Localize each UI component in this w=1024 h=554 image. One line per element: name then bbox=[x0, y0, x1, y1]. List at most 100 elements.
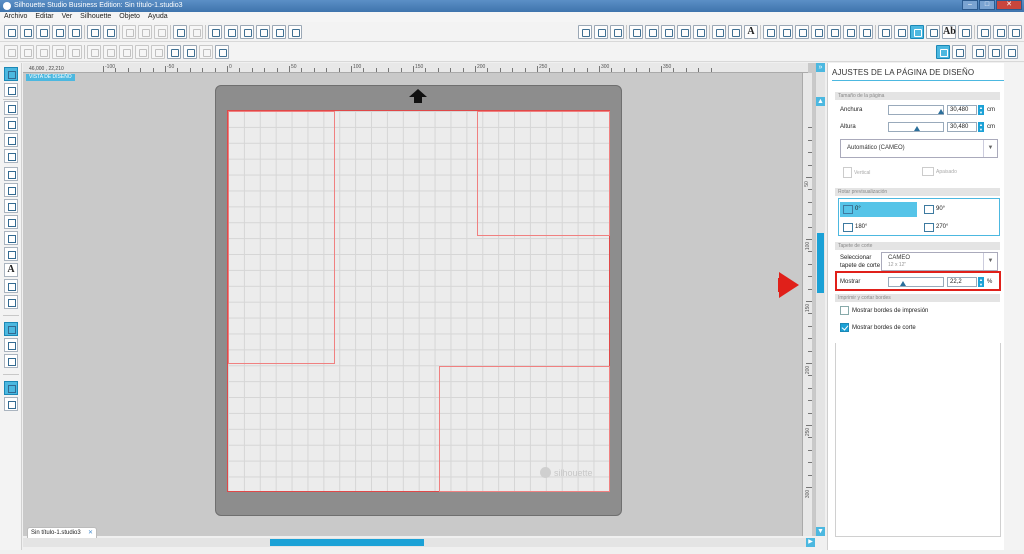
rotate-180-option[interactable]: 180° bbox=[840, 220, 917, 235]
modify-icon[interactable] bbox=[843, 25, 857, 39]
line-tool-icon[interactable] bbox=[4, 101, 18, 115]
close-button[interactable]: ✕ bbox=[996, 0, 1022, 10]
horizontal-scroll-thumb[interactable] bbox=[270, 539, 424, 546]
text-tool-icon[interactable]: A bbox=[4, 263, 18, 277]
knife-tool-icon[interactable] bbox=[4, 295, 18, 309]
replicate-icon[interactable] bbox=[811, 25, 825, 39]
menu-ayuda[interactable]: Ayuda bbox=[148, 12, 168, 22]
scroll-up-small-icon[interactable]: ▲ bbox=[816, 97, 825, 106]
brush-icon[interactable] bbox=[1004, 45, 1018, 59]
document-tab[interactable]: Sin título-1.studio3 ✕ bbox=[27, 527, 97, 538]
rotate-90-option[interactable]: 90° bbox=[921, 202, 998, 217]
redo-icon[interactable] bbox=[189, 25, 203, 39]
save-icon[interactable] bbox=[52, 25, 66, 39]
text-style-icon[interactable]: A bbox=[744, 25, 758, 39]
vertical-scroll-thumb[interactable] bbox=[817, 233, 824, 293]
image-effect-icon[interactable] bbox=[199, 45, 213, 59]
paste-front-icon[interactable] bbox=[68, 45, 82, 59]
select-arrow-icon[interactable] bbox=[4, 67, 18, 81]
library-icon[interactable] bbox=[36, 25, 50, 39]
font-icon[interactable]: Ab bbox=[942, 25, 956, 39]
knife-icon[interactable] bbox=[827, 25, 841, 39]
shadow-icon[interactable] bbox=[693, 25, 707, 39]
rotate-icon[interactable] bbox=[779, 25, 793, 39]
height-spinner[interactable]: ▲ ▼ bbox=[978, 122, 984, 132]
page-preset-select[interactable]: Automático (CAMEO) ▼ bbox=[840, 139, 998, 158]
curve-tool-icon[interactable] bbox=[4, 183, 18, 197]
print-borders-checkbox[interactable] bbox=[840, 306, 849, 315]
height-slider-knob[interactable] bbox=[914, 126, 920, 131]
mat-select[interactable]: CAMEO 12 x 12" ▼ bbox=[881, 252, 998, 271]
width-spinner[interactable]: ▲ ▼ bbox=[978, 105, 984, 115]
width-slider-knob[interactable] bbox=[938, 109, 944, 114]
page-setup-icon[interactable] bbox=[910, 25, 924, 39]
offset-icon[interactable] bbox=[859, 25, 873, 39]
line-style-icon[interactable] bbox=[712, 25, 726, 39]
rounded-rect-tool-icon[interactable] bbox=[4, 133, 18, 147]
orientation-landscape[interactable]: Apaisado bbox=[922, 167, 957, 176]
scissors-icon[interactable] bbox=[154, 25, 168, 39]
chevron-down-icon[interactable]: ▼ bbox=[983, 140, 997, 157]
duplicate-icon[interactable] bbox=[36, 45, 50, 59]
group-icon[interactable] bbox=[87, 45, 101, 59]
copy-icon[interactable] bbox=[122, 25, 136, 39]
deselect-icon[interactable] bbox=[20, 45, 34, 59]
close-tab-icon[interactable]: ✕ bbox=[88, 528, 93, 538]
spiral-icon[interactable] bbox=[167, 45, 181, 59]
new-file-icon[interactable] bbox=[4, 25, 18, 39]
rotate-shape-icon[interactable] bbox=[677, 25, 691, 39]
design-view-icon[interactable] bbox=[936, 45, 950, 59]
rotate-270-option[interactable]: 270° bbox=[921, 220, 998, 235]
design-page-icon[interactable] bbox=[4, 322, 18, 336]
menu-silhouette[interactable]: Silhouette bbox=[80, 12, 111, 22]
zoom-in-icon[interactable] bbox=[224, 25, 238, 39]
gear-icon[interactable] bbox=[1008, 25, 1022, 39]
layers-3d-icon[interactable] bbox=[215, 45, 229, 59]
menu-archivo[interactable]: Archivo bbox=[4, 12, 27, 22]
orientation-vertical[interactable]: Vertical bbox=[843, 167, 870, 178]
transform-icon[interactable] bbox=[763, 25, 777, 39]
single-view-icon[interactable] bbox=[4, 381, 18, 395]
rectangle-tool-icon[interactable] bbox=[4, 117, 18, 131]
eraser-icon[interactable] bbox=[972, 45, 986, 59]
paste-icon[interactable] bbox=[138, 25, 152, 39]
menu-objeto[interactable]: Objeto bbox=[119, 12, 140, 22]
menu-editar[interactable]: Editar bbox=[35, 12, 53, 22]
rotate-0-option[interactable]: 0° bbox=[840, 202, 917, 217]
width-slider[interactable] bbox=[888, 105, 944, 115]
fill-color-icon[interactable] bbox=[578, 25, 592, 39]
vertical-scrollbar[interactable]: » ▲ ▼ bbox=[815, 63, 825, 536]
eraser-tool-icon[interactable] bbox=[4, 279, 18, 293]
send-panel-icon[interactable] bbox=[977, 25, 991, 39]
scroll-up-icon[interactable]: » bbox=[816, 63, 825, 72]
star-icon[interactable] bbox=[661, 25, 675, 39]
cut-send-icon[interactable] bbox=[103, 25, 117, 39]
pentagon-icon[interactable] bbox=[629, 25, 643, 39]
copy-object-icon[interactable] bbox=[52, 45, 66, 59]
gradient-icon[interactable] bbox=[594, 25, 608, 39]
height-slider[interactable] bbox=[888, 122, 944, 132]
align-icon[interactable] bbox=[795, 25, 809, 39]
cut-borders-checkbox[interactable] bbox=[840, 323, 849, 332]
open-file-icon[interactable] bbox=[20, 25, 34, 39]
split-view-icon[interactable] bbox=[4, 397, 18, 411]
silhouette-store-icon[interactable] bbox=[4, 354, 18, 368]
shape-outline-icon[interactable] bbox=[645, 25, 659, 39]
weld-icon[interactable] bbox=[151, 45, 165, 59]
scroll-down-icon[interactable]: ▼ bbox=[816, 527, 825, 536]
release-compound-icon[interactable] bbox=[135, 45, 149, 59]
zoom-out-icon[interactable] bbox=[240, 25, 254, 39]
target-icon[interactable] bbox=[183, 45, 197, 59]
store-icon[interactable] bbox=[993, 25, 1007, 39]
zoom-drag-icon[interactable] bbox=[272, 25, 286, 39]
maximize-button[interactable]: □ bbox=[979, 0, 995, 10]
undo-icon[interactable] bbox=[173, 25, 187, 39]
menu-ver[interactable]: Ver bbox=[62, 12, 73, 22]
library-book-icon[interactable] bbox=[4, 338, 18, 352]
trace-icon[interactable] bbox=[878, 25, 892, 39]
sketch-view-icon[interactable] bbox=[952, 45, 966, 59]
height-input[interactable]: 30,480 bbox=[947, 122, 977, 132]
grid-icon[interactable] bbox=[926, 25, 940, 39]
scroll-right-icon[interactable]: ▶ bbox=[806, 538, 815, 547]
regular-polygon-icon[interactable] bbox=[4, 247, 18, 261]
